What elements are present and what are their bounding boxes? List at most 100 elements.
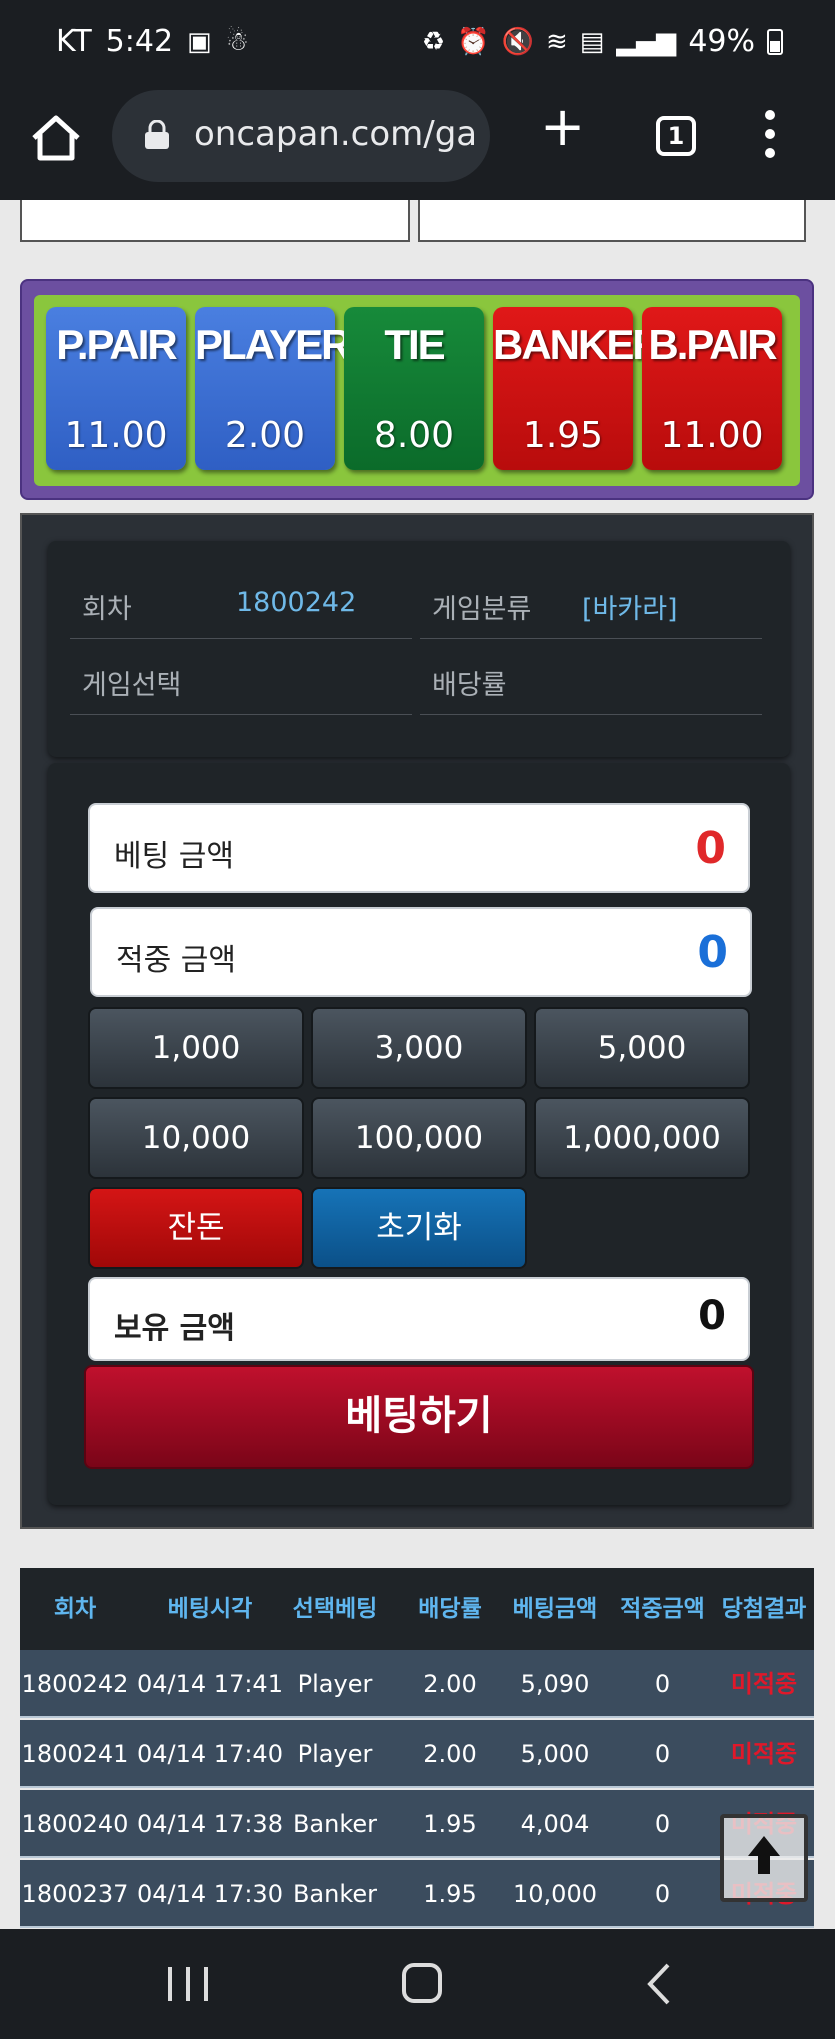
battery-icon (767, 28, 783, 55)
cell-rate: 1.95 (423, 1810, 477, 1838)
battery-text: 49% (688, 24, 755, 59)
home-icon[interactable] (28, 110, 84, 166)
column-header: 회차 (53, 1596, 97, 1622)
new-tab-button[interactable]: + (540, 100, 585, 154)
bet-form: 베팅 금액 0 적중 금액 0 1,000 3,000 5,000 10,000… (48, 763, 790, 1505)
odds-label: PLAYER (195, 321, 352, 368)
cell-selection: Player (297, 1670, 373, 1698)
chip-button-1000000[interactable]: 1,000,000 (534, 1097, 750, 1179)
alarm-icon: ⏰ (457, 26, 490, 57)
cell-selection: Banker (292, 1810, 378, 1838)
win-amount-field: 적중 금액 0 (90, 907, 752, 997)
carrier-text: KT (56, 24, 92, 59)
cell-round: 1800240 (21, 1810, 129, 1838)
chip-button-5000[interactable]: 5,000 (534, 1007, 750, 1089)
column-header: 배당률 (418, 1596, 482, 1622)
cell-bet-amount: 5,000 (520, 1740, 590, 1768)
bet-amount-field[interactable]: 베팅 금액 0 (88, 803, 750, 893)
odds-button-tie[interactable]: TIE 8.00 (344, 307, 484, 470)
scroll-to-top-button[interactable] (720, 1814, 808, 1902)
win-amount-value: 0 (697, 927, 728, 978)
odds-button-b-pair[interactable]: B.PAIR 11.00 (642, 307, 782, 470)
cell-rate: 2.00 (423, 1670, 477, 1698)
cell-round: 1800237 (21, 1880, 129, 1908)
bet-amount-label: 베팅 금액 (114, 839, 234, 874)
selection-label: 게임선택 (82, 670, 182, 701)
table-row: 1800237 04/14 17:30 Banker 1.95 10,000 0… (20, 1860, 814, 1928)
cell-result: 미적중 (730, 1740, 798, 1768)
cell-selection: Player (297, 1740, 373, 1768)
balance-field: 보유 금액 0 (88, 1277, 750, 1361)
wifi-icon: ≋ (545, 26, 568, 57)
odds-label: TIE (384, 321, 445, 368)
game-info-box: 회차 1800242 게임분류 [바카라] 게임선택 배당률 (48, 541, 790, 757)
cell-result: 미적중 (730, 1670, 798, 1698)
reset-button[interactable]: 초기화 (311, 1187, 527, 1269)
top-panel-left (20, 200, 410, 242)
system-navigation-bar (0, 1929, 835, 2039)
url-text: oncapan.com/ga (194, 114, 478, 154)
table-row: 1800241 04/14 17:40 Player 2.00 5,000 0 … (20, 1720, 814, 1788)
info-row-selection: 게임선택 (70, 639, 412, 715)
address-bar[interactable]: oncapan.com/ga (112, 90, 490, 182)
odds-value: 11.00 (64, 415, 168, 456)
clock-text: 5:42 (105, 24, 174, 59)
cell-round: 1800241 (21, 1740, 129, 1768)
mute-icon: 🔇 (501, 26, 534, 57)
chip-button-100000[interactable]: 100,000 (311, 1097, 527, 1179)
odds-label: B.PAIR (648, 321, 777, 368)
round-label: 회차 (82, 594, 132, 625)
table-row: 1800242 04/14 17:41 Player 2.00 5,090 0 … (20, 1650, 814, 1718)
browser-toolbar: oncapan.com/ga + 1 (0, 88, 835, 200)
cell-bet-amount: 5,090 (520, 1670, 590, 1698)
more-menu-icon[interactable] (760, 110, 780, 166)
win-amount-label: 적중 금액 (116, 943, 236, 978)
category-value: [바카라] (582, 594, 678, 625)
recycle-icon: ♻ (421, 26, 446, 57)
app-notification-icon: ☃ (225, 26, 249, 57)
column-header: 선택베팅 (292, 1596, 378, 1622)
cell-rate: 1.95 (423, 1880, 477, 1908)
cell-bet-amount: 10,000 (513, 1880, 597, 1908)
balance-label: 보유 금액 (114, 1311, 235, 1346)
status-bar: KT 5:42 ▣ ☃ ♻ ⏰ 🔇 ≋ ▤ ▂▄▆ 49% (0, 0, 835, 88)
home-nav-icon[interactable] (402, 1963, 442, 2003)
hd-icon: ▤ (579, 26, 605, 57)
info-row-category: 게임분류 [바카라] (420, 563, 762, 639)
odds-value: 11.00 (660, 415, 764, 456)
cell-time: 04/14 17:41 (137, 1670, 283, 1698)
column-header: 당첨결과 (721, 1596, 807, 1622)
odds-value: 1.95 (522, 415, 604, 456)
cell-round: 1800242 (21, 1670, 129, 1698)
round-value: 1800242 (236, 587, 357, 618)
cell-time: 04/14 17:40 (137, 1740, 283, 1768)
balance-value: 0 (698, 1293, 726, 1339)
chip-button-10000[interactable]: 10,000 (88, 1097, 304, 1179)
bet-history-table: 회차 베팅시각 선택베팅 배당률 베팅금액 적중금액 당첨결과 1800242 … (20, 1568, 814, 1928)
cell-win-amount: 0 (654, 1670, 671, 1698)
recent-apps-icon[interactable] (168, 1967, 208, 2001)
table-row: 1800240 04/14 17:38 Banker 1.95 4,004 0 … (20, 1790, 814, 1858)
category-label: 게임분류 (432, 594, 532, 625)
table-header: 회차 베팅시각 선택베팅 배당률 베팅금액 적중금액 당첨결과 (20, 1568, 814, 1650)
place-bet-button[interactable]: 베팅하기 (84, 1365, 754, 1469)
tab-switcher-button[interactable]: 1 (656, 116, 696, 156)
odds-label: P.PAIR (56, 321, 178, 368)
cell-win-amount: 0 (654, 1740, 671, 1768)
odds-button-p-pair[interactable]: P.PAIR 11.00 (46, 307, 186, 470)
back-icon[interactable] (640, 1959, 680, 2009)
odds-button-player[interactable]: PLAYER 2.00 (195, 307, 352, 470)
odds-button-banker[interactable]: BANKER 1.95 (493, 307, 663, 470)
arrow-up-icon (748, 1836, 780, 1874)
chip-button-3000[interactable]: 3,000 (311, 1007, 527, 1089)
betting-panel: 회차 1800242 게임분류 [바카라] 게임선택 배당률 베팅 금액 0 적… (20, 513, 814, 1529)
column-header: 적중금액 (620, 1596, 705, 1622)
odds-panel: P.PAIR 11.00 PLAYER 2.00 TIE 8.00 BANKER… (20, 279, 814, 500)
info-row-round: 회차 1800242 (70, 563, 412, 639)
signal-icon: ▂▄▆ (616, 26, 677, 57)
notification-icon: ▣ (187, 26, 212, 57)
column-header: 베팅시각 (167, 1596, 253, 1622)
bet-amount-value: 0 (695, 823, 726, 874)
change-button[interactable]: 잔돈 (88, 1187, 304, 1269)
chip-button-1000[interactable]: 1,000 (88, 1007, 304, 1089)
